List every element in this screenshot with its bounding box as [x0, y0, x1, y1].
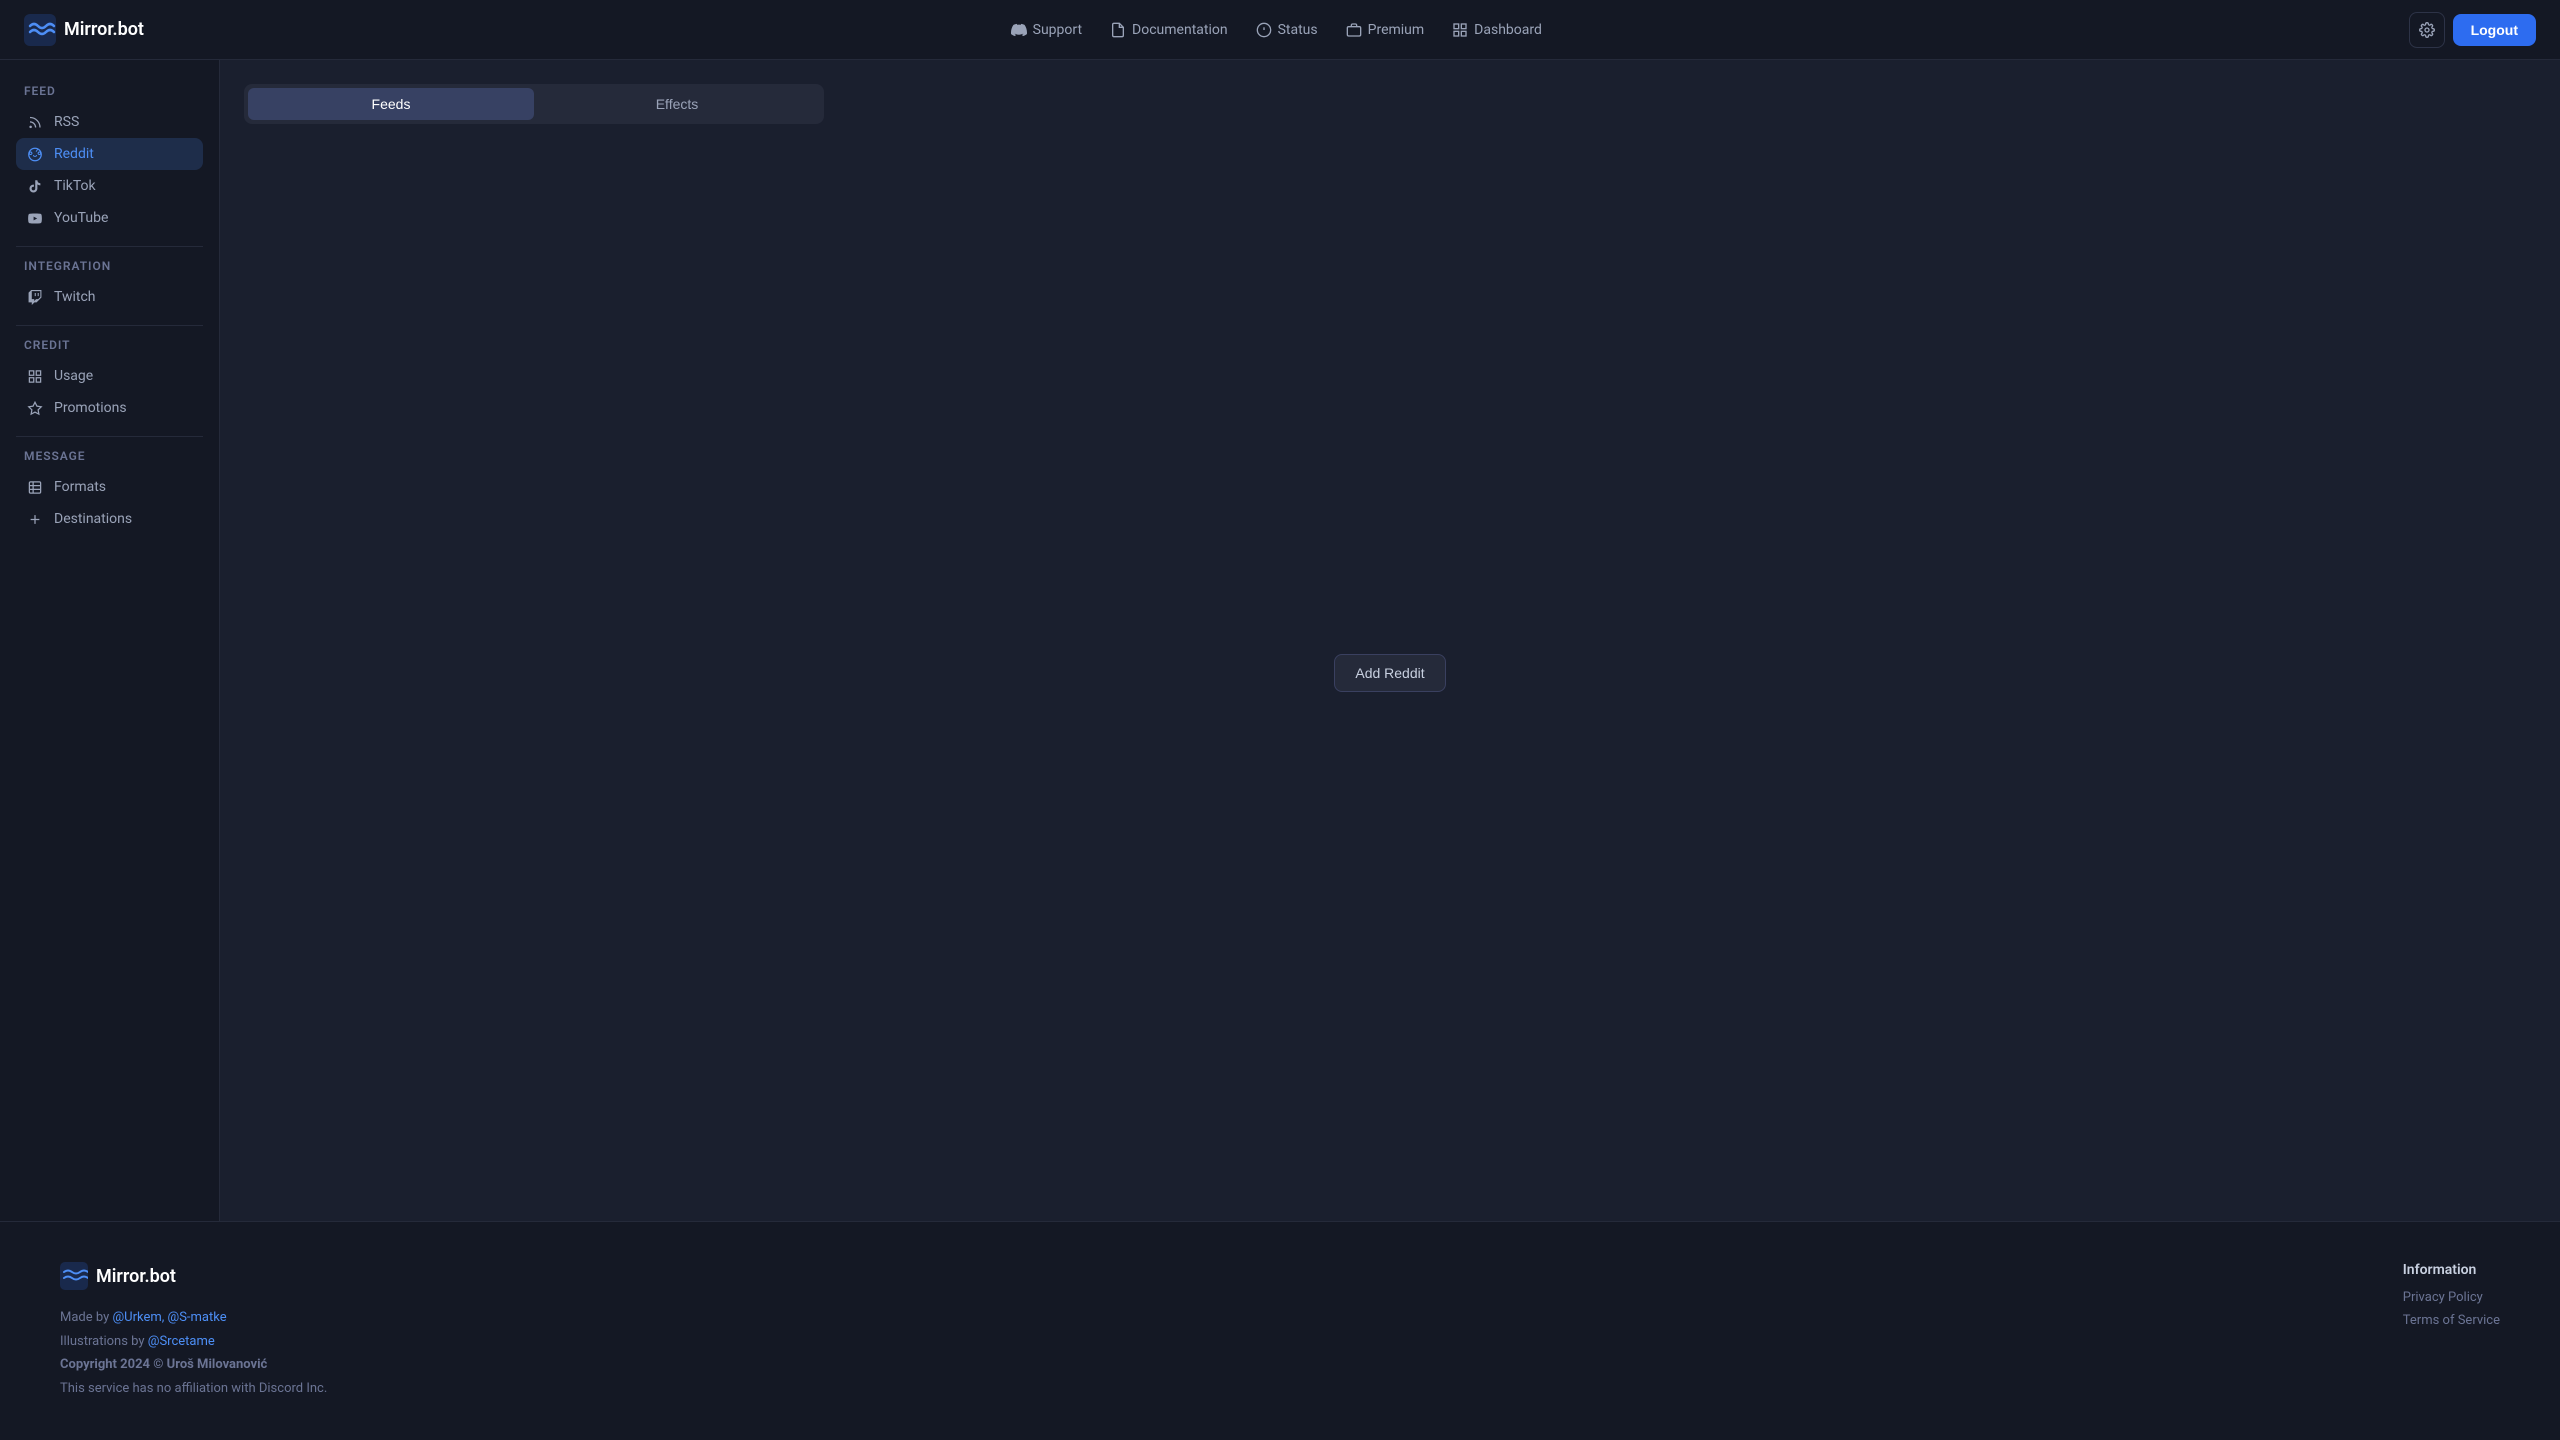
sidebar-section-feed: Feed RSS Reddit — [16, 84, 203, 234]
sidebar-item-label-twitch: Twitch — [54, 289, 96, 305]
sidebar-item-tiktok[interactable]: TikTok — [16, 170, 203, 202]
main-layout: Feed RSS Reddit — [0, 60, 2560, 1221]
content-body: Add Reddit — [244, 148, 2536, 1197]
nav-documentation[interactable]: Documentation — [1098, 16, 1240, 44]
nav-documentation-label: Documentation — [1132, 22, 1228, 38]
premium-icon — [1346, 22, 1362, 38]
rss-icon — [26, 115, 44, 130]
sidebar-item-reddit[interactable]: Reddit — [16, 138, 203, 170]
tabs-bar: Feeds Effects — [244, 84, 824, 124]
footer-right: Information Privacy Policy Terms of Serv… — [2403, 1262, 2500, 1336]
sidebar-item-label-destinations: Destinations — [54, 511, 132, 527]
sidebar-item-formats[interactable]: Formats — [16, 471, 203, 503]
sidebar-section-message: Message Formats Destinations — [16, 449, 203, 535]
tab-effects[interactable]: Effects — [534, 88, 820, 120]
sidebar-item-label-youtube: YouTube — [54, 210, 108, 226]
footer-logo-icon — [60, 1262, 88, 1290]
footer-disclaimer: This service has no affiliation with Dis… — [60, 1377, 327, 1400]
destinations-icon — [26, 512, 44, 527]
nav-status-label: Status — [1278, 22, 1318, 38]
footer-made-by-prefix: Made by — [60, 1310, 112, 1325]
footer: Mirror.bot Made by @Urkem, @S-matke Illu… — [0, 1221, 2560, 1440]
sidebar-item-promotions[interactable]: Promotions — [16, 392, 203, 424]
footer-illustrations-prefix: Illustrations by — [60, 1334, 148, 1349]
nav-premium[interactable]: Premium — [1334, 16, 1437, 44]
nav-support[interactable]: Support — [999, 16, 1094, 44]
sidebar-section-credit: Credit Usage Promotions — [16, 338, 203, 424]
sidebar-section-integration: Integration Twitch — [16, 259, 203, 313]
sidebar-item-label-formats: Formats — [54, 479, 106, 495]
header: Mirror.bot Support Documentation Status — [0, 0, 2560, 60]
sidebar-item-destinations[interactable]: Destinations — [16, 503, 203, 535]
gear-icon — [2419, 22, 2435, 38]
footer-made-by: Made by @Urkem, @S-matke — [60, 1306, 327, 1329]
sidebar-section-label-feed: Feed — [16, 84, 203, 98]
logo-text: Mirror.bot — [64, 19, 144, 40]
footer-info-title: Information — [2403, 1262, 2500, 1278]
discord-icon — [1011, 22, 1027, 38]
footer-logo-text: Mirror.bot — [96, 1266, 176, 1287]
footer-privacy-link[interactable]: Privacy Policy — [2403, 1290, 2500, 1305]
formats-icon — [26, 480, 44, 495]
sidebar-item-usage[interactable]: Usage — [16, 360, 203, 392]
nav-dashboard[interactable]: Dashboard — [1440, 16, 1554, 44]
sidebar-item-twitch[interactable]: Twitch — [16, 281, 203, 313]
youtube-icon — [26, 211, 44, 226]
footer-logo: Mirror.bot — [60, 1262, 327, 1290]
dashboard-icon — [1452, 22, 1468, 38]
settings-button[interactable] — [2409, 12, 2445, 48]
promotions-icon — [26, 401, 44, 416]
footer-terms-link[interactable]: Terms of Service — [2403, 1313, 2500, 1328]
sidebar-item-rss[interactable]: RSS — [16, 106, 203, 138]
nav-premium-label: Premium — [1368, 22, 1425, 38]
footer-made-by-authors[interactable]: @Urkem, @S-matke — [112, 1310, 226, 1325]
file-icon — [1110, 22, 1126, 38]
sidebar-item-label-reddit: Reddit — [54, 146, 94, 162]
sidebar-section-label-credit: Credit — [16, 338, 203, 352]
logout-button[interactable]: Logout — [2453, 14, 2536, 46]
sidebar-divider-2 — [16, 325, 203, 326]
sidebar-divider-1 — [16, 246, 203, 247]
header-nav: Support Documentation Status Premium — [999, 16, 1554, 44]
tab-feeds[interactable]: Feeds — [248, 88, 534, 120]
footer-left: Mirror.bot Made by @Urkem, @S-matke Illu… — [60, 1262, 327, 1400]
tiktok-icon — [26, 179, 44, 194]
sidebar-item-label-tiktok: TikTok — [54, 178, 96, 194]
sidebar-divider-3 — [16, 436, 203, 437]
logo: Mirror.bot — [24, 14, 144, 46]
nav-support-label: Support — [1033, 22, 1082, 38]
main-content: Feeds Effects Add Reddit — [220, 60, 2560, 1221]
sidebar-section-label-message: Message — [16, 449, 203, 463]
sidebar: Feed RSS Reddit — [0, 60, 220, 1221]
add-reddit-button[interactable]: Add Reddit — [1334, 654, 1445, 692]
usage-icon — [26, 369, 44, 384]
sidebar-item-label-usage: Usage — [54, 368, 93, 384]
nav-dashboard-label: Dashboard — [1474, 22, 1542, 38]
status-icon — [1256, 22, 1272, 38]
footer-illustrations: Illustrations by @Srcetame — [60, 1330, 327, 1353]
logo-icon — [24, 14, 56, 46]
sidebar-item-youtube[interactable]: YouTube — [16, 202, 203, 234]
sidebar-section-label-integration: Integration — [16, 259, 203, 273]
footer-illustrations-author[interactable]: @Srcetame — [148, 1334, 215, 1349]
sidebar-item-label-promotions: Promotions — [54, 400, 127, 416]
reddit-icon — [26, 147, 44, 162]
footer-copyright-text: Copyright 2024 © Uroš Milovanović — [60, 1357, 267, 1372]
nav-status[interactable]: Status — [1244, 16, 1330, 44]
header-actions: Logout — [2409, 12, 2536, 48]
footer-copyright: Copyright 2024 © Uroš Milovanović — [60, 1353, 327, 1376]
sidebar-item-label-rss: RSS — [54, 114, 79, 130]
twitch-icon — [26, 290, 44, 305]
